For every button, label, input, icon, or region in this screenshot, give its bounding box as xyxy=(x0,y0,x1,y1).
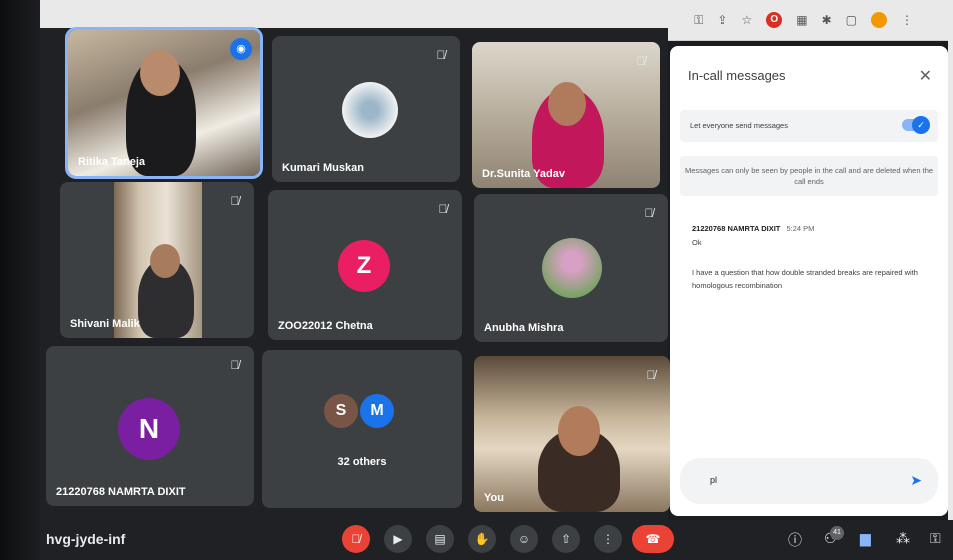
others-count-label: 32 others xyxy=(337,456,387,468)
participant-name: Anubha Mishra xyxy=(484,322,564,334)
participant-face xyxy=(150,244,180,278)
message-header: 21220768 NAMRTA DIXIT 5:24 PM xyxy=(692,224,814,233)
mic-off-icon: 🎙̸ xyxy=(438,202,448,216)
participant-tile[interactable]: 🎙̸ Kumari Muskan xyxy=(272,36,460,182)
meeting-code: hvg-jyde-inf xyxy=(46,531,126,547)
mic-off-icon: 🎙̸ xyxy=(230,358,240,372)
camera-icon: ▶ xyxy=(393,532,403,546)
emoji-icon: ☺ xyxy=(517,532,531,546)
message-sender: 21220768 NAMRTA DIXIT xyxy=(692,224,781,233)
send-icon[interactable]: ➤ xyxy=(910,472,922,489)
participant-name: Ritika Taneja xyxy=(78,156,146,168)
mic-off-icon: 🎙̸ xyxy=(644,206,654,220)
window-edge xyxy=(948,40,953,520)
message-text: Ok xyxy=(692,238,702,247)
puzzle-icon[interactable]: ✱ xyxy=(822,13,832,27)
participant-tile[interactable]: S M 32 others xyxy=(262,350,462,508)
profile-photo-avatar xyxy=(542,238,602,298)
letter-avatar: N xyxy=(118,398,180,460)
hand-icon: ✋ xyxy=(474,532,490,546)
mic-off-icon: 🎙̸ xyxy=(636,54,646,68)
captions-button[interactable]: ▤ xyxy=(426,525,454,553)
mic-off-icon: 🎙̸ xyxy=(230,194,240,208)
participant-name: 21220768 NAMRTA DIXIT xyxy=(56,486,186,498)
meeting-toolbar: hvg-jyde-inf 🎙̸ ▶ ▤ ✋ ☺ ⇧ ⋮ ☎ ⓘ 41 ⚇ ▆ ⁂… xyxy=(40,520,953,560)
sidebar-icon[interactable]: ▢ xyxy=(846,13,857,27)
check-icon: ✓ xyxy=(912,116,930,134)
participant-name: You xyxy=(484,492,504,504)
extension-o-icon[interactable]: O xyxy=(766,12,783,28)
people-icon[interactable]: 41 ⚇ xyxy=(824,526,844,547)
participant-face xyxy=(548,82,586,126)
mic-off-icon: 🎙̸ xyxy=(436,48,446,62)
participant-name: Shivani Malik xyxy=(70,318,140,330)
mic-toggle-button[interactable]: 🎙̸ xyxy=(342,525,370,553)
activities-icon[interactable]: ⁂ xyxy=(896,530,910,547)
mic-off-icon: 🎙̸ xyxy=(646,368,656,382)
info-icon[interactable]: ⓘ xyxy=(788,530,802,550)
more-vert-icon: ⋮ xyxy=(602,532,614,546)
present-icon: ⇧ xyxy=(560,532,572,546)
letter-avatar: S xyxy=(324,394,358,428)
speaking-indicator-icon: ◉ xyxy=(230,38,252,60)
chat-input-value[interactable]: pl xyxy=(710,475,717,485)
letter-avatar: Z xyxy=(338,240,390,292)
video-grid: ◉ Ritika Taneja 🎙̸ Kumari Muskan 🎙̸ Dr.S… xyxy=(40,27,670,520)
end-call-icon: ☎ xyxy=(645,532,661,546)
more-options-button[interactable]: ⋮ xyxy=(594,525,622,553)
participant-tile[interactable]: 🎙̸ Dr.Sunita Yadav xyxy=(472,42,660,188)
chat-panel: In-call messages ✕ Let everyone send mes… xyxy=(670,46,948,516)
host-controls-icon[interactable]: ⚿ xyxy=(930,530,941,547)
participant-name: Kumari Muskan xyxy=(282,162,364,174)
participant-tile[interactable]: ◉ Ritika Taneja xyxy=(65,27,263,179)
leave-call-button[interactable]: ☎ xyxy=(632,525,674,553)
participant-tile[interactable]: 🎙̸ You xyxy=(474,356,670,512)
captions-icon: ▤ xyxy=(434,532,446,546)
participant-tile[interactable]: 🎙̸ Anubha Mishra xyxy=(474,194,668,342)
chat-panel-title: In-call messages xyxy=(688,68,786,83)
toggle-label: Let everyone send messages xyxy=(690,121,788,130)
chat-input[interactable]: pl ➤ xyxy=(680,458,938,504)
present-button[interactable]: ⇧ xyxy=(552,525,580,553)
participant-tile[interactable]: Z 🎙̸ ZOO22012 Chetna xyxy=(268,190,462,340)
share-icon[interactable]: ⇪ xyxy=(717,13,727,27)
participant-tile[interactable]: 🎙̸ Shivani Malik xyxy=(60,182,254,338)
close-icon[interactable]: ✕ xyxy=(919,66,932,86)
chat-icon[interactable]: ▆ xyxy=(860,530,871,547)
extension-grid-icon[interactable]: ▦ xyxy=(796,13,807,27)
camera-toggle-button[interactable]: ▶ xyxy=(384,525,412,553)
letter-avatar: M xyxy=(360,394,394,428)
message-text: I have a question that how double strand… xyxy=(692,268,918,290)
message-permission-toggle[interactable]: ✓ xyxy=(902,116,930,134)
menu-dots-icon[interactable]: ⋮ xyxy=(901,13,913,27)
reactions-button[interactable]: ☺ xyxy=(510,525,538,553)
mic-off-icon: 🎙̸ xyxy=(351,532,361,546)
browser-extension-icons: ⚿ ⇪ ☆ O ▦ ✱ ▢ ⋮ xyxy=(694,12,913,28)
message-time: 5:24 PM xyxy=(786,224,815,233)
raise-hand-button[interactable]: ✋ xyxy=(468,525,496,553)
message-permission-row: Let everyone send messages ✓ xyxy=(680,110,938,142)
chat-privacy-notice: Messages can only be seen by people in t… xyxy=(680,156,938,196)
profile-avatar-icon[interactable] xyxy=(871,12,887,28)
participant-name: Dr.Sunita Yadav xyxy=(482,168,565,180)
participant-name: ZOO22012 Chetna xyxy=(278,320,373,332)
participant-face xyxy=(558,406,600,456)
participant-tile[interactable]: N 🎙̸ 21220768 NAMRTA DIXIT xyxy=(46,346,254,506)
participant-face xyxy=(140,50,180,96)
profile-photo-avatar xyxy=(342,82,398,138)
key-icon[interactable]: ⚿ xyxy=(694,13,703,28)
star-icon[interactable]: ☆ xyxy=(741,13,752,27)
participant-count-badge: 41 xyxy=(830,526,844,540)
